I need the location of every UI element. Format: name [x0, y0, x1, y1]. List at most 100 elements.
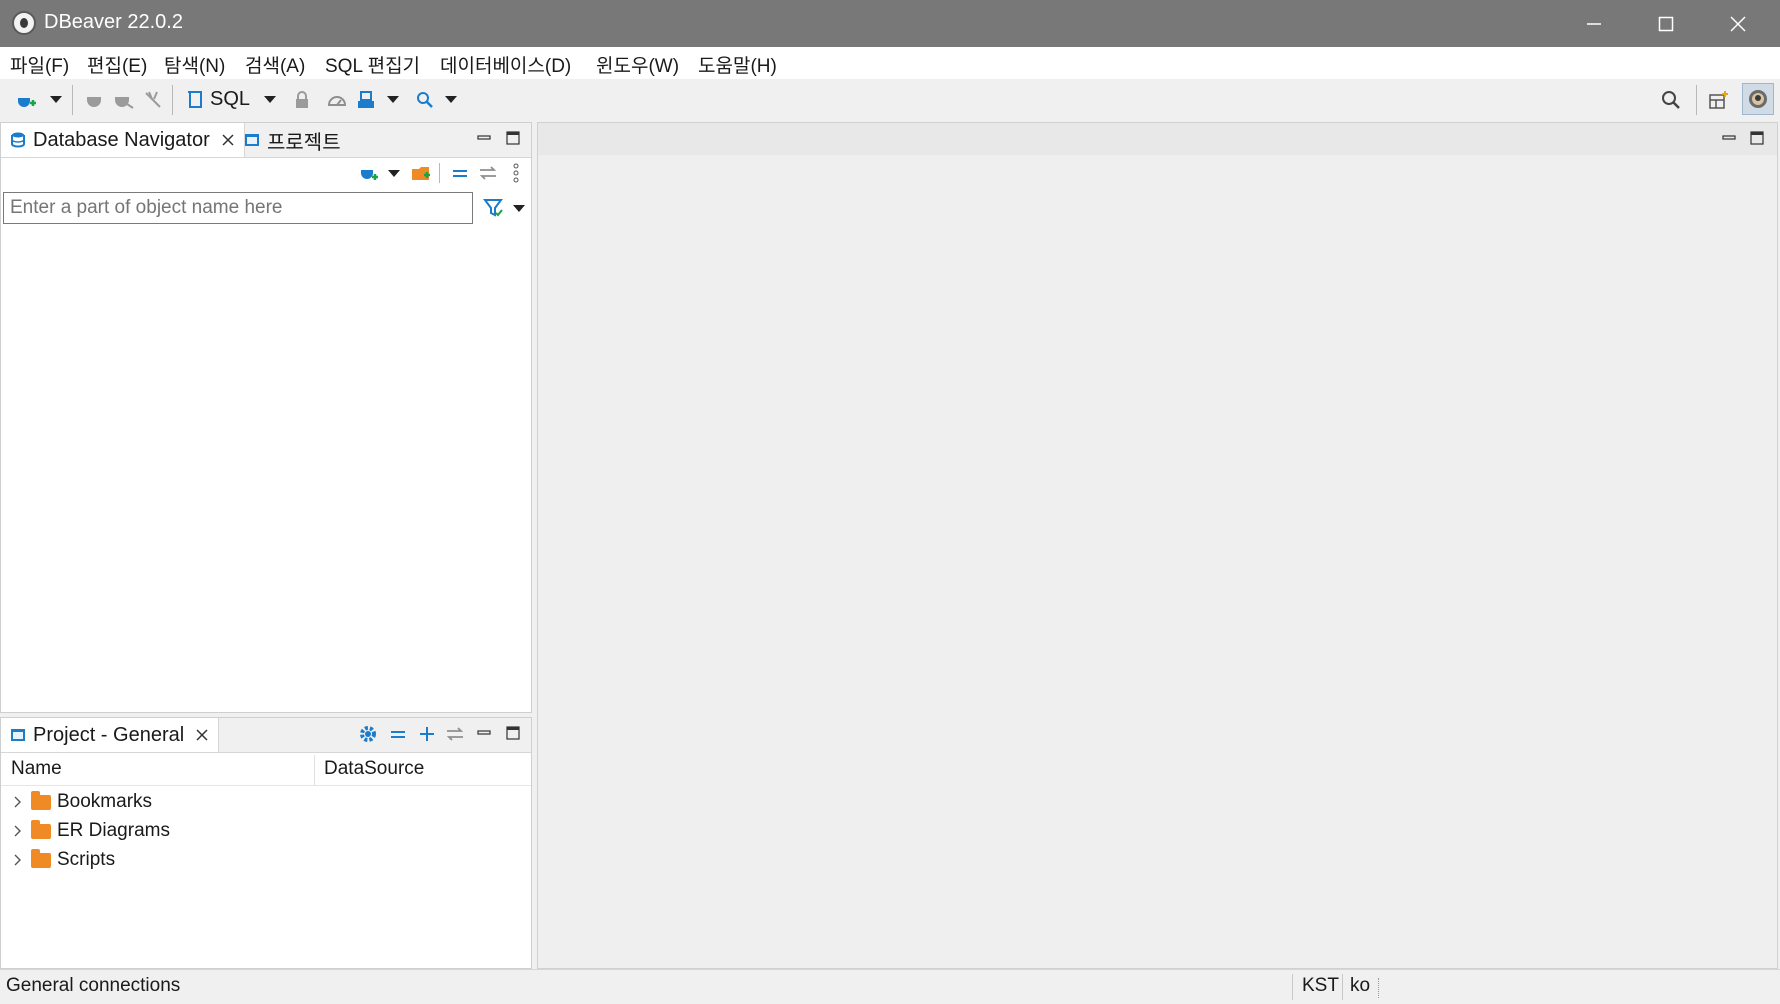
close-tab-icon[interactable] — [220, 132, 236, 148]
column-divider[interactable] — [314, 755, 315, 785]
er-diagrams-folder-icon — [31, 819, 51, 839]
tab-projects[interactable]: 프로젝트 — [235, 123, 349, 157]
collapse-button[interactable] — [387, 723, 409, 745]
new-folder-icon — [412, 167, 430, 180]
menu-navigate[interactable]: 탐색(N) — [164, 51, 225, 78]
transaction-button[interactable] — [355, 79, 377, 120]
editor-area — [537, 122, 1778, 969]
close-button[interactable] — [1702, 0, 1774, 47]
maximize-view-icon — [1750, 131, 1764, 145]
window-title: DBeaver 22.0.2 — [44, 11, 183, 33]
minimize-button[interactable] — [1558, 0, 1630, 47]
column-header-row: Name DataSource — [1, 755, 531, 786]
menu-window[interactable]: 윈도우(W) — [596, 51, 679, 78]
menu-search[interactable]: 검색(A) — [245, 51, 305, 78]
status-locale: ko — [1350, 975, 1371, 996]
search-dropdown[interactable] — [443, 79, 459, 120]
open-perspective-button[interactable] — [1706, 79, 1732, 120]
maximize-view-icon — [506, 131, 520, 145]
tab-project-general[interactable]: Project - General — [1, 718, 220, 752]
new-folder-button[interactable] — [409, 159, 433, 187]
sql-editor-button[interactable]: SQL — [186, 79, 254, 120]
search-icon — [417, 91, 433, 108]
filter-dropdown[interactable] — [511, 192, 527, 224]
column-header-datasource[interactable]: DataSource — [324, 758, 424, 780]
maximize-view-icon — [506, 726, 520, 740]
status-bar: General connections KST ko — [0, 969, 1780, 1004]
expand-button[interactable] — [416, 723, 438, 745]
filter-button[interactable] — [481, 192, 507, 224]
link-with-editor-icon — [446, 727, 464, 741]
chevron-right-icon[interactable] — [9, 796, 25, 808]
tab-database-navigator[interactable]: Database Navigator — [1, 123, 245, 157]
disconnect-icon — [115, 91, 134, 109]
menu-help[interactable]: 도움말(H) — [698, 51, 777, 78]
project-tabstrip: Project - General — [1, 718, 531, 753]
title-bar: DBeaver 22.0.2 — [0, 0, 1780, 47]
expand-icon — [420, 727, 434, 741]
maximize-view-button[interactable] — [502, 722, 524, 744]
minimize-view-icon — [477, 135, 491, 140]
dbeaver-perspective-button[interactable] — [1742, 83, 1774, 115]
open-perspective-icon — [1709, 90, 1728, 109]
tree-item-scripts[interactable]: Scripts — [9, 846, 115, 874]
project-icon — [11, 729, 25, 741]
object-filter-input[interactable] — [3, 192, 473, 224]
maximize-view-button[interactable] — [502, 127, 524, 149]
minimize-view-button[interactable] — [473, 722, 495, 744]
maximize-button[interactable] — [1630, 0, 1702, 47]
collapse-all-button[interactable] — [449, 159, 471, 187]
view-menu-button[interactable] — [509, 159, 523, 187]
close-tab-icon[interactable] — [194, 727, 210, 743]
disconnect-button[interactable] — [113, 79, 135, 120]
chevron-right-icon[interactable] — [9, 854, 25, 866]
toolbar-separator — [172, 85, 173, 115]
scripts-folder-icon — [31, 848, 51, 868]
chevron-right-icon[interactable] — [9, 825, 25, 837]
tree-item-label: ER Diagrams — [57, 820, 170, 841]
column-header-name[interactable]: Name — [11, 758, 62, 780]
quick-search-button[interactable] — [1658, 79, 1684, 120]
menu-bar: 파일(F) 편집(E) 탐색(N) 검색(A) SQL 편집기 데이터베이스(D… — [0, 47, 1780, 79]
link-with-editor-button[interactable] — [477, 159, 499, 187]
quick-search-icon — [1662, 90, 1680, 109]
editor-maximize-button[interactable] — [1746, 127, 1768, 149]
toolbar-separator — [439, 163, 440, 183]
filter-icon — [483, 199, 503, 217]
nav-new-connection-button[interactable] — [357, 159, 381, 187]
tree-item-er-diagrams[interactable]: ER Diagrams — [9, 817, 170, 845]
menu-sql-editor[interactable]: SQL 편집기 — [325, 51, 420, 78]
lock-icon — [296, 90, 308, 108]
toolbar-separator — [72, 85, 73, 115]
transaction-dropdown[interactable] — [385, 79, 401, 120]
menu-file[interactable]: 파일(F) — [10, 51, 69, 78]
bookmarks-folder-icon — [31, 790, 51, 810]
editor-minimize-button[interactable] — [1718, 127, 1740, 149]
close-icon — [1730, 15, 1746, 32]
disconnect-all-button[interactable] — [142, 79, 164, 120]
link-editor-button[interactable] — [444, 723, 466, 745]
minimize-view-button[interactable] — [473, 127, 495, 149]
dashboard-button[interactable] — [325, 79, 349, 120]
menu-edit[interactable]: 편집(E) — [87, 51, 147, 78]
status-connections: General connections — [6, 975, 181, 996]
dbeaver-perspective-icon — [1749, 90, 1767, 108]
connect-icon — [87, 91, 101, 107]
search-toolbar-button[interactable] — [414, 79, 436, 120]
nav-new-connection-dropdown[interactable] — [387, 159, 401, 187]
new-connection-button[interactable] — [14, 79, 38, 120]
minimize-view-icon — [1722, 135, 1736, 140]
lock-button[interactable] — [292, 79, 312, 120]
menu-database[interactable]: 데이터베이스(D) — [440, 51, 571, 78]
new-connection-dropdown[interactable] — [48, 79, 64, 120]
connect-button[interactable] — [84, 79, 104, 120]
sql-editor-dropdown[interactable] — [262, 79, 278, 120]
collapse-icon — [391, 731, 405, 738]
sql-editor-label: SQL — [210, 88, 251, 110]
configure-columns-button[interactable] — [357, 723, 379, 745]
tree-item-bookmarks[interactable]: Bookmarks — [9, 788, 152, 816]
new-connection-icon — [18, 91, 36, 107]
disconnect-all-icon — [145, 91, 161, 108]
dbeaver-logo-icon — [12, 11, 36, 35]
projects-icon — [245, 134, 259, 146]
